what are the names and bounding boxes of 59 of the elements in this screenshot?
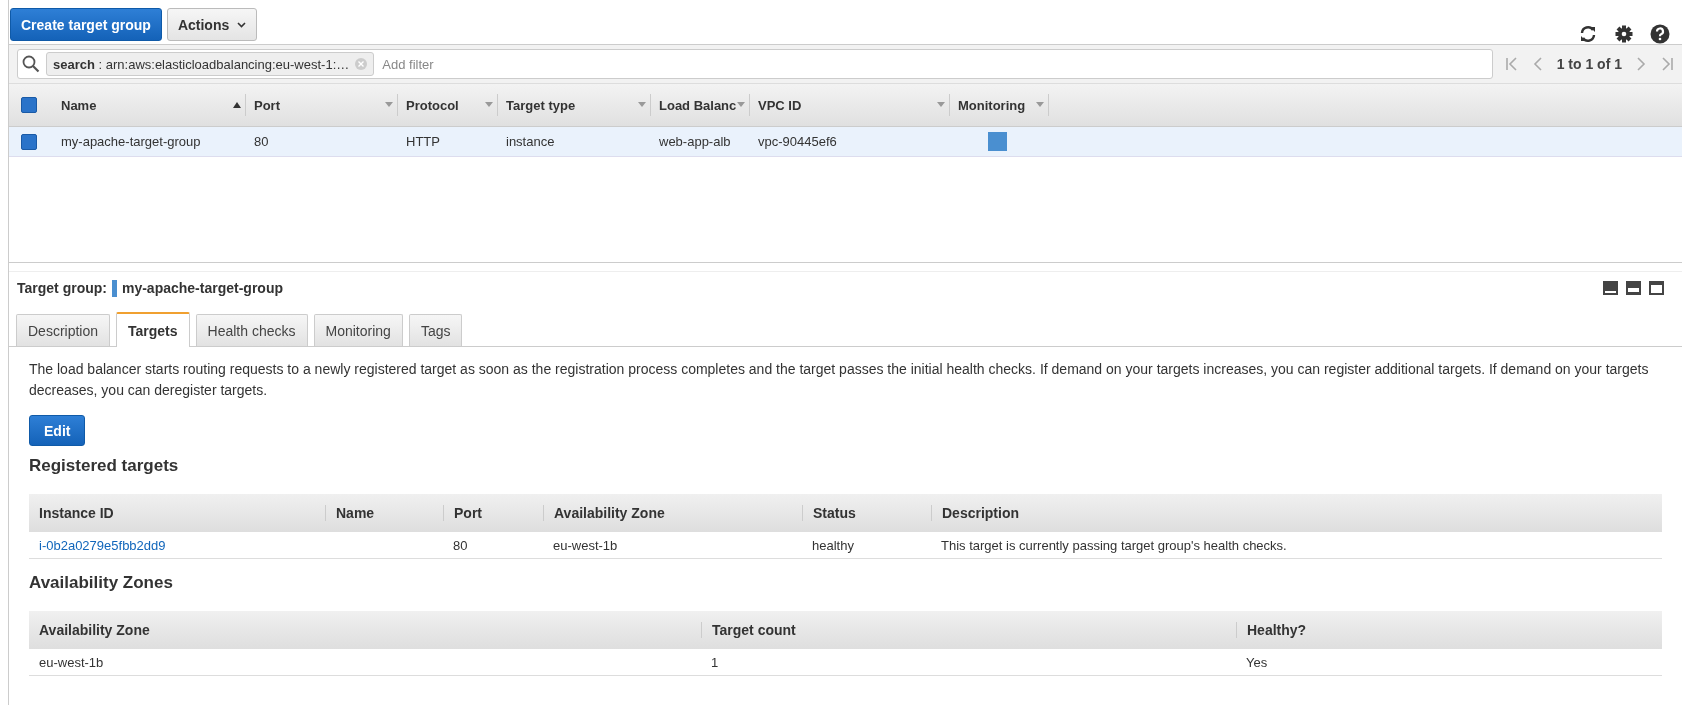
row-checkbox[interactable]: [21, 133, 37, 150]
edit-button[interactable]: Edit: [29, 415, 86, 446]
column-header: Availability Zone: [39, 622, 150, 638]
add-filter-input[interactable]: Add filter: [380, 55, 1488, 73]
instance-link[interactable]: i-0b2a0279e5fbb2dd9: [39, 537, 166, 553]
table-cell: instance: [506, 134, 555, 149]
actions-button[interactable]: Actions: [166, 8, 258, 41]
table-cell: 80: [453, 537, 468, 553]
table-cell: healthy: [812, 537, 854, 553]
create-target-group-button[interactable]: Create target group: [10, 8, 162, 41]
column-header[interactable]: VPC ID: [750, 94, 950, 116]
tab[interactable]: Health checks: [195, 314, 308, 346]
filter-field[interactable]: search : arn:aws:elasticloadbalancing:eu-west-1:… Add filter: [17, 49, 1493, 79]
tab[interactable]: Targets: [116, 312, 190, 347]
column-header: Instance ID: [39, 505, 114, 521]
table-cell: my-apache-target-group: [61, 134, 201, 149]
column-header: Healthy?: [1247, 622, 1307, 638]
section-heading: Availability Zones: [29, 573, 174, 593]
table-cell: 80: [254, 134, 269, 149]
column-header[interactable]: Target type: [498, 94, 651, 116]
table-cell: vpc-90445ef6: [758, 134, 837, 149]
table-cell: This target is currently passing target group's health checks.: [941, 537, 1287, 553]
table-row[interactable]: my-apache-target-group 80 HTTP instance web-app-alb vpc-90445ef6: [9, 127, 1682, 157]
column-header: Port: [454, 505, 482, 521]
table-cell: Yes: [1246, 654, 1268, 670]
section-heading: Registered targets: [29, 456, 180, 476]
table-cell: HTTP: [406, 134, 440, 149]
column-header: Target count: [712, 622, 796, 638]
tab[interactable]: Description: [16, 314, 111, 346]
description-text: The load balancer starts routing requests to a newly registered target as soon as the registration process completes and the target passes the initial health checks. If demand on your targets increases, you can register additional targets. If demand on your targets decreases, you can deregister targets.: [29, 360, 1650, 400]
refresh-icon[interactable]: [1578, 24, 1598, 44]
column-header: Description: [942, 505, 1019, 521]
tab[interactable]: Tags: [408, 314, 463, 346]
layout-split-icon[interactable]: [1626, 281, 1641, 295]
select-all-checkbox[interactable]: [21, 97, 37, 113]
caret-icon: [237, 21, 247, 28]
filter-token[interactable]: search : arn:aws:elasticloadbalancing:eu-west-1:…: [46, 52, 375, 76]
page-count: 1 to 1 of 1: [1556, 56, 1622, 72]
help-icon[interactable]: [1650, 24, 1670, 44]
table-cell: web-app-alb: [659, 134, 731, 149]
layout-bottom-icon[interactable]: [1603, 281, 1618, 295]
table-cell: eu-west-1b: [553, 537, 618, 553]
tab[interactable]: Monitoring: [313, 314, 403, 346]
column-header: Name: [336, 505, 375, 521]
column-header[interactable]: Protocol: [398, 94, 498, 116]
column-header[interactable]: Load Balanc: [651, 94, 750, 116]
search-icon: [22, 55, 40, 73]
table-cell: 1: [711, 654, 719, 670]
column-header: Availability Zone: [554, 505, 665, 521]
marker-icon: [111, 279, 117, 297]
target-group-name: my-apache-target-group: [121, 280, 283, 296]
target-group-label: Target group:: [17, 280, 107, 296]
column-header[interactable]: Port: [246, 94, 398, 116]
column-header[interactable]: Monitoring: [950, 94, 1049, 116]
table-cell: eu-west-1b: [39, 654, 104, 670]
layout-top-icon[interactable]: [1649, 281, 1664, 295]
column-header: Status: [813, 505, 856, 521]
settings-icon[interactable]: [1614, 24, 1634, 44]
column-header[interactable]: Name: [53, 94, 246, 116]
